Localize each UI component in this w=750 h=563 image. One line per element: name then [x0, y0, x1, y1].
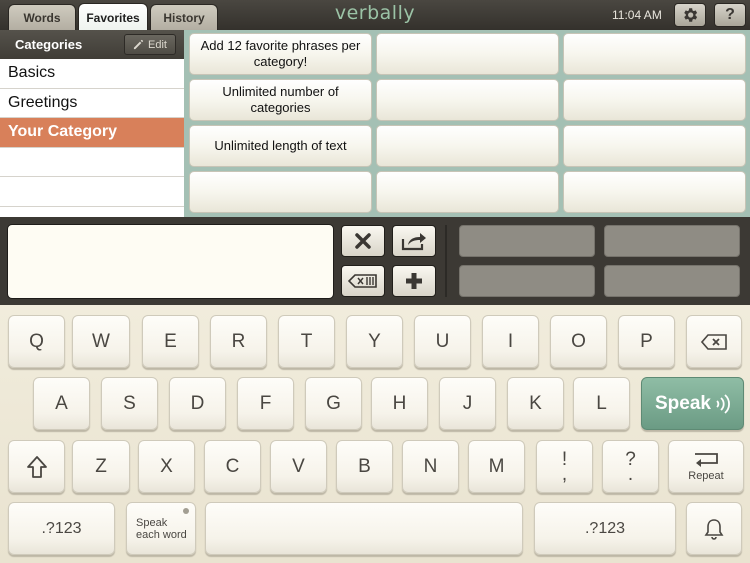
repeat-icon [695, 452, 718, 467]
categories-header: Categories Edit [0, 30, 184, 59]
phrase-cell[interactable] [376, 33, 559, 75]
phrase-cell[interactable] [563, 79, 746, 121]
key-j[interactable]: J [439, 377, 496, 430]
key-q[interactable]: Q [8, 315, 65, 368]
category-item-basics[interactable]: Basics [0, 59, 184, 89]
speak-label: Speak [655, 392, 711, 414]
phrase-cell[interactable] [189, 171, 372, 213]
speak-button[interactable]: Speak [641, 377, 744, 430]
edit-button[interactable]: Edit [124, 34, 176, 55]
quick-slot[interactable] [604, 225, 740, 257]
settings-button[interactable] [674, 3, 706, 27]
category-list: Basics Greetings Your Category [0, 59, 184, 217]
phrase-cell[interactable] [563, 33, 746, 75]
text-zone [0, 217, 750, 305]
key-m[interactable]: M [468, 440, 525, 493]
tab-favorites[interactable]: Favorites [78, 3, 148, 31]
quick-slot[interactable] [604, 265, 740, 297]
bell-button[interactable] [686, 502, 742, 555]
help-button[interactable]: ? [714, 3, 746, 27]
phrase-cell[interactable]: Unlimited length of text [189, 125, 372, 167]
sound-waves-icon [716, 393, 730, 414]
phrase-cell[interactable]: Unlimited number of categories [189, 79, 372, 121]
quick-slot[interactable] [459, 225, 595, 257]
phrase-cell[interactable] [563, 125, 746, 167]
key-k[interactable]: K [507, 377, 564, 430]
key-v[interactable]: V [270, 440, 327, 493]
category-item-greetings[interactable]: Greetings [0, 89, 184, 118]
tab-words[interactable]: Words [8, 4, 76, 30]
edit-label: Edit [148, 38, 167, 51]
category-item-empty[interactable] [0, 148, 184, 177]
key-d[interactable]: D [169, 377, 226, 430]
add-button[interactable] [392, 265, 436, 297]
key-c[interactable]: C [204, 440, 261, 493]
divider [445, 225, 447, 297]
key-t[interactable]: T [278, 315, 335, 368]
clear-button[interactable] [341, 225, 385, 257]
plus-icon [406, 273, 422, 289]
shift-key[interactable] [8, 440, 65, 493]
quick-slot[interactable] [459, 265, 595, 297]
key-e[interactable]: E [142, 315, 199, 368]
key-l[interactable]: L [573, 377, 630, 430]
text-input[interactable] [7, 224, 334, 299]
key-question-period[interactable]: ? . [602, 440, 659, 493]
share-icon [401, 233, 426, 251]
space-bar[interactable] [205, 502, 523, 555]
key-exclaim-comma[interactable]: ! , [536, 440, 593, 493]
key-b[interactable]: B [336, 440, 393, 493]
key-z[interactable]: Z [72, 440, 130, 493]
key-i[interactable]: I [482, 315, 539, 368]
close-icon [355, 233, 371, 249]
key-w[interactable]: W [72, 315, 130, 368]
numbers-key-left[interactable]: .?123 [8, 502, 115, 555]
tab-history[interactable]: History [150, 4, 218, 30]
toggle-indicator-icon [183, 508, 189, 514]
phrase-cell[interactable] [376, 171, 559, 213]
app-logo: verbally [334, 2, 416, 24]
top-bar: Words Favorites History verbally 11:04 A… [0, 0, 750, 31]
key-p[interactable]: P [618, 315, 675, 368]
key-h[interactable]: H [371, 377, 428, 430]
phrase-cell[interactable] [376, 79, 559, 121]
key-s[interactable]: S [101, 377, 158, 430]
shift-arrow-icon [26, 455, 47, 478]
phrase-grid: Add 12 favorite phrases per category! Un… [184, 30, 750, 217]
repeat-label: Repeat [688, 469, 724, 482]
phrase-cell[interactable] [376, 125, 559, 167]
key-y[interactable]: Y [346, 315, 403, 368]
key-r[interactable]: R [210, 315, 267, 368]
key-g[interactable]: G [305, 377, 362, 430]
key-f[interactable]: F [237, 377, 294, 430]
numbers-key-right[interactable]: .?123 [534, 502, 676, 555]
backspace-button[interactable] [341, 265, 385, 297]
share-button[interactable] [392, 225, 436, 257]
delete-key[interactable] [686, 315, 742, 368]
key-u[interactable]: U [414, 315, 471, 368]
repeat-button[interactable]: Repeat [668, 440, 744, 493]
key-a[interactable]: A [33, 377, 90, 430]
key-n[interactable]: N [402, 440, 459, 493]
phrase-cell[interactable]: Add 12 favorite phrases per category! [189, 33, 372, 75]
clock: 11:04 AM [612, 8, 662, 22]
backspace-icon [348, 274, 377, 288]
speak-each-word-toggle[interactable]: Speak each word [126, 502, 196, 555]
phrase-cell[interactable] [563, 171, 746, 213]
bell-icon [704, 518, 724, 540]
keyboard: Q W E R T Y U I O P A S D F G H J K L Sp… [0, 305, 750, 563]
key-o[interactable]: O [550, 315, 607, 368]
categories-title: Categories [15, 37, 83, 52]
question-icon: ? [725, 6, 735, 23]
category-item-your-category[interactable]: Your Category [0, 118, 184, 148]
key-x[interactable]: X [138, 440, 195, 493]
category-item-empty[interactable] [0, 177, 184, 207]
speak-each-word-label: Speak each word [136, 516, 187, 541]
backspace-icon [701, 333, 727, 350]
pencil-icon [133, 39, 144, 50]
gear-icon [684, 8, 698, 22]
